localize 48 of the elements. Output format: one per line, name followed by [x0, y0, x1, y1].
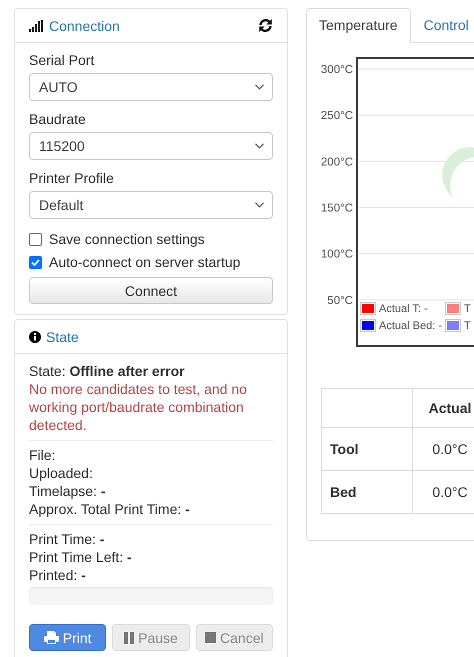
status-text: State: Offline after error [29, 362, 186, 380]
dropdown[interactable]: 115200 [29, 132, 273, 160]
info-icon [29, 330, 41, 342]
axis-tick-label: 250°C [320, 110, 353, 122]
dropdown[interactable]: AUTO [29, 73, 273, 101]
info-text: Approx. Total Print Time: - [29, 500, 191, 518]
printer-icon [44, 631, 59, 644]
field-label: Printer Profile [29, 169, 115, 187]
legend-label: Actual Bed: - [379, 320, 442, 332]
legend-label: T [464, 320, 471, 332]
info-text: Timelapse: - [29, 482, 107, 500]
info-text: Print Time Left: - [29, 548, 133, 566]
checkbox[interactable] [29, 232, 42, 246]
logo-watermark [442, 147, 474, 197]
legend-label: T [464, 302, 471, 314]
connect-button[interactable]: Connect [29, 277, 273, 304]
chevron-down-icon [255, 84, 264, 90]
axis-tick-label: 200°C [320, 156, 353, 168]
panel-title[interactable]: State [46, 328, 79, 344]
row-header: Bed [322, 470, 412, 514]
info-text: Uploaded: [29, 464, 94, 482]
print-button[interactable]: Print [29, 624, 106, 651]
checkbox-label: Auto-connect on server startup [49, 254, 240, 270]
stop-icon [205, 632, 216, 643]
field-label: Serial Port [29, 51, 96, 69]
tab[interactable]: Temperature [306, 8, 411, 43]
axis-tick-label: 50°C [327, 294, 353, 307]
panel-title[interactable]: Connection [49, 18, 120, 34]
checkbox-label: Save connection settings [49, 231, 205, 247]
info-text: File: [29, 446, 56, 464]
dropdown[interactable]: Default [29, 191, 273, 219]
tab[interactable]: Control [410, 8, 474, 42]
axis-tick-label: 100°C [320, 248, 353, 261]
error-message: No more candidates to test, and no working port/baudrate combination detected. [29, 380, 248, 434]
info-text: Printed: - [29, 566, 87, 584]
signal-icon [29, 20, 44, 32]
refresh-icon[interactable] [258, 18, 273, 33]
column-header: Actual [412, 388, 474, 428]
axis-tick-label: 150°C [320, 202, 353, 215]
chevron-down-icon [255, 202, 264, 208]
checkbox[interactable] [29, 256, 42, 268]
axis-tick-label: 300°C [320, 64, 353, 76]
chevron-down-icon [255, 143, 264, 149]
field-label: Baudrate [29, 110, 87, 128]
row-header: Tool [322, 428, 412, 470]
pause-icon [124, 632, 134, 644]
info-text: Print Time: - [29, 530, 106, 548]
legend-label: Actual T: - [379, 302, 428, 314]
